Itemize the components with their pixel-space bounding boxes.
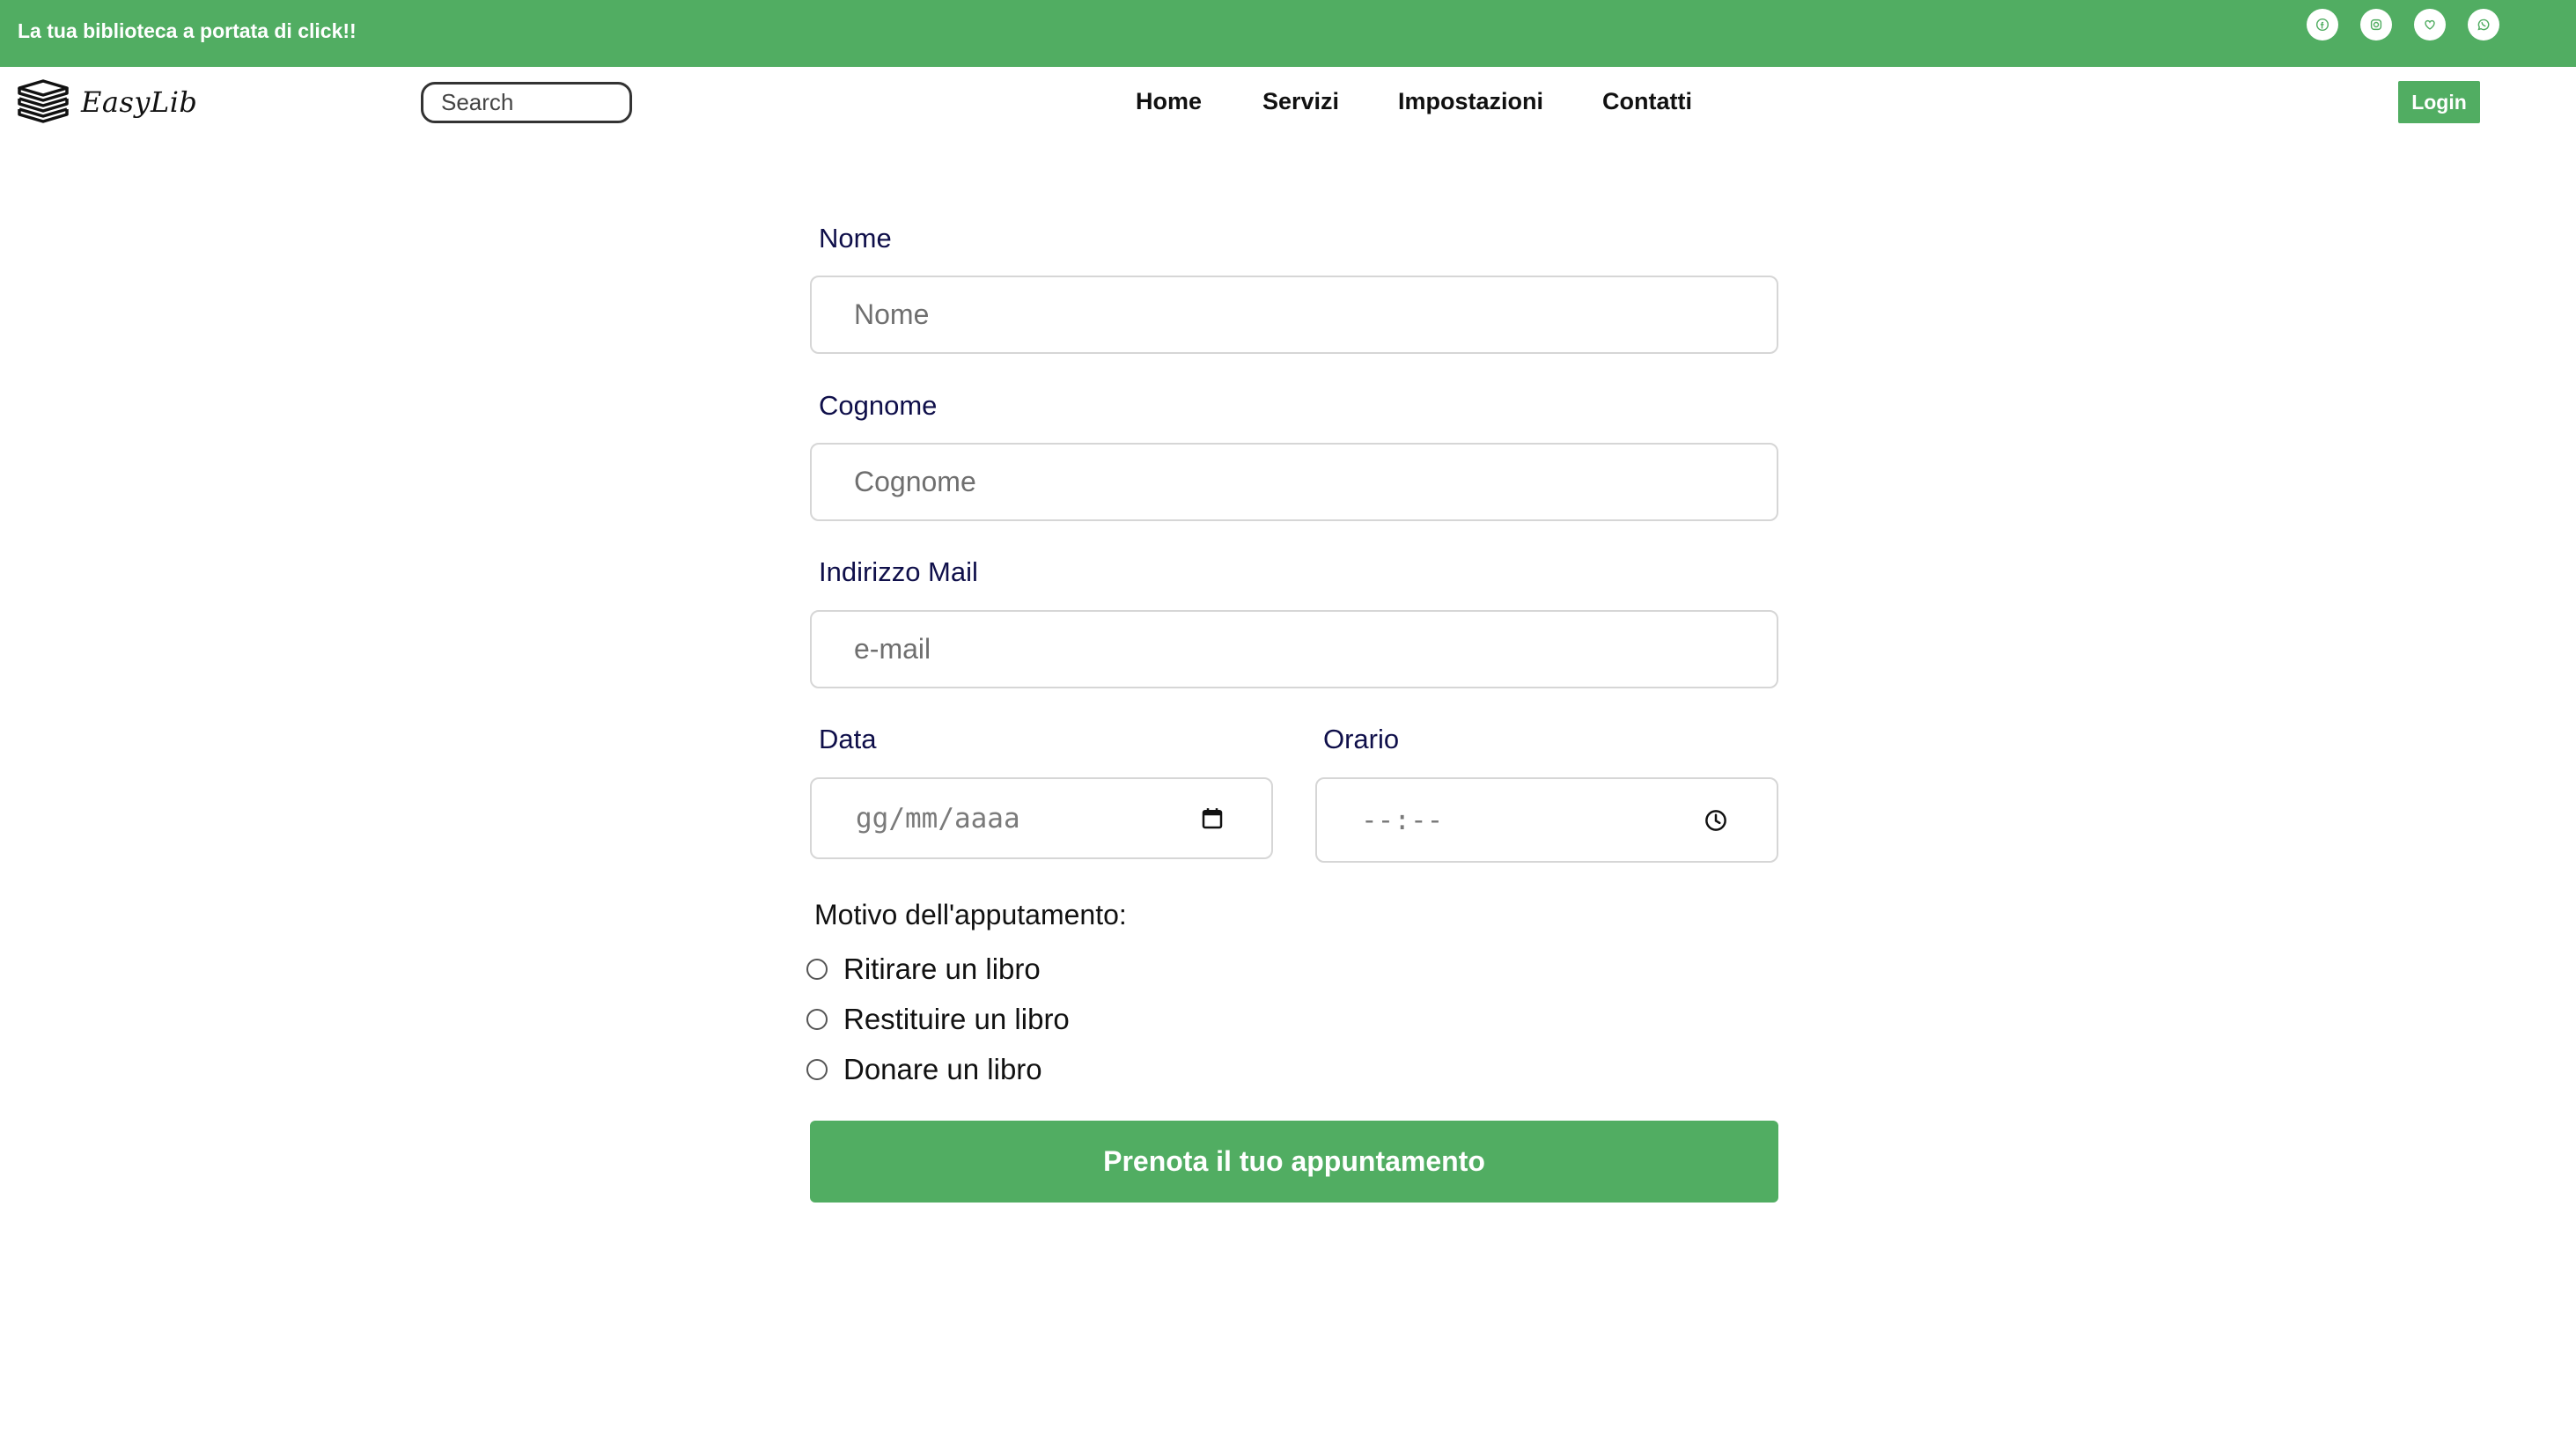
radio-label[interactable]: Ritirare un libro — [843, 953, 1041, 986]
radio-button[interactable] — [806, 959, 828, 980]
instagram-icon[interactable] — [2360, 9, 2392, 40]
logo-text: EasyLib — [81, 85, 198, 119]
radio-button[interactable] — [806, 1009, 828, 1030]
email-input[interactable] — [810, 610, 1778, 688]
radio-label[interactable]: Restituire un libro — [843, 1003, 1070, 1036]
login-button[interactable]: Login — [2398, 81, 2480, 123]
whatsapp-icon[interactable] — [2468, 9, 2499, 40]
radio-option-donare[interactable]: Donare un libro — [806, 1053, 1042, 1086]
submit-appointment-button[interactable]: Prenota il tuo appuntamento — [810, 1121, 1778, 1203]
logo[interactable]: EasyLib — [16, 79, 197, 125]
radio-option-restituire[interactable]: Restituire un libro — [806, 1003, 1070, 1036]
time-placeholder: --:-- — [1361, 804, 1444, 836]
heart-icon[interactable] — [2414, 9, 2446, 40]
nome-label: Nome — [819, 223, 892, 254]
books-stack-icon — [18, 79, 69, 123]
nav-link-impostazioni[interactable]: Impostazioni — [1398, 88, 1543, 115]
motivo-label: Motivo dell'apputamento: — [814, 899, 1127, 930]
top-banner: La tua biblioteca a portata di click!! — [0, 0, 2576, 67]
date-placeholder: gg/mm/aaaa — [856, 802, 1020, 835]
nome-input[interactable] — [810, 276, 1778, 354]
time-input[interactable]: --:-- — [1315, 777, 1778, 863]
cognome-input[interactable] — [810, 443, 1778, 521]
radio-label[interactable]: Donare un libro — [843, 1053, 1042, 1086]
email-label: Indirizzo Mail — [819, 556, 978, 587]
nav-link-home[interactable]: Home — [1136, 88, 1202, 115]
orario-label: Orario — [1323, 724, 1400, 754]
date-input[interactable]: gg/mm/aaaa — [810, 777, 1273, 859]
radio-option-ritirare[interactable]: Ritirare un libro — [806, 953, 1041, 986]
clock-icon[interactable] — [1703, 807, 1729, 834]
tagline: La tua biblioteca a portata di click!! — [18, 19, 357, 42]
cognome-label: Cognome — [819, 390, 938, 421]
calendar-icon[interactable] — [1199, 805, 1225, 832]
nav-link-servizi[interactable]: Servizi — [1262, 88, 1339, 115]
search-input[interactable] — [421, 82, 632, 123]
radio-button[interactable] — [806, 1059, 828, 1080]
facebook-icon[interactable] — [2307, 9, 2338, 40]
data-label: Data — [819, 724, 877, 754]
nav-link-contatti[interactable]: Contatti — [1602, 88, 1692, 115]
